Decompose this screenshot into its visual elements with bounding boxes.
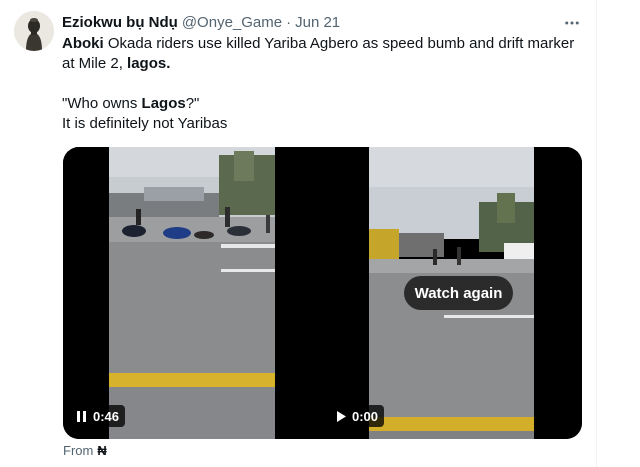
tweet[interactable]: Eziokwu bụ Ndụ @Onye_Game · Jun 21 Aboki Ok…	[0, 0, 640, 467]
video-player-2[interactable]: Watch again 0:00	[322, 147, 582, 439]
video-1-time: 0:46	[93, 408, 120, 424]
tweet-text-bold: lagos.	[127, 55, 171, 72]
tweet-text-paragraph-2: "Who owns Lagos?"	[62, 94, 582, 114]
user-handle[interactable]: @Onye_Game	[182, 14, 282, 31]
watch-again-button[interactable]: Watch again	[404, 276, 513, 310]
play-icon	[337, 410, 346, 422]
column-divider	[596, 0, 597, 467]
avatar[interactable]	[14, 11, 54, 51]
video-2-time-chip[interactable]: 0:00	[330, 405, 385, 427]
source-name-link[interactable]: ₦	[97, 443, 106, 458]
tweet-text-span: ?"	[185, 95, 200, 112]
source-prefix: From	[63, 443, 94, 458]
tweet-header: Eziokwu bụ Ndụ @Onye_Game · Jun 21	[62, 13, 340, 33]
video-player-1[interactable]: 0:46	[63, 147, 320, 439]
video-1-time-chip[interactable]: 0:46	[71, 405, 126, 427]
display-name[interactable]: Eziokwu bụ Ndụ	[62, 14, 178, 31]
avatar-image	[14, 11, 54, 51]
tweet-date[interactable]: Jun 21	[295, 14, 340, 31]
tweet-text-paragraph-1: Aboki Okada riders use killed Yariba Agb…	[62, 34, 582, 74]
tweet-text: Aboki Okada riders use killed Yariba Agb…	[62, 34, 582, 134]
more-button[interactable]	[560, 12, 584, 34]
source-attribution: From ₦	[63, 443, 107, 459]
more-horizontal-icon	[565, 21, 579, 25]
pause-icon	[77, 410, 86, 422]
tweet-text-bold: Lagos	[141, 95, 186, 112]
tweet-text-bold: Aboki	[62, 35, 104, 52]
tweet-text-span: "Who owns	[62, 95, 142, 112]
media-grid: 0:46 Watch again 0:00	[63, 147, 582, 439]
header-separator: ·	[286, 14, 292, 31]
video-2-time: 0:00	[352, 408, 379, 424]
tweet-text-paragraph-3: It is definitely not Yaribas	[62, 115, 228, 132]
video-frame-1	[109, 147, 275, 439]
